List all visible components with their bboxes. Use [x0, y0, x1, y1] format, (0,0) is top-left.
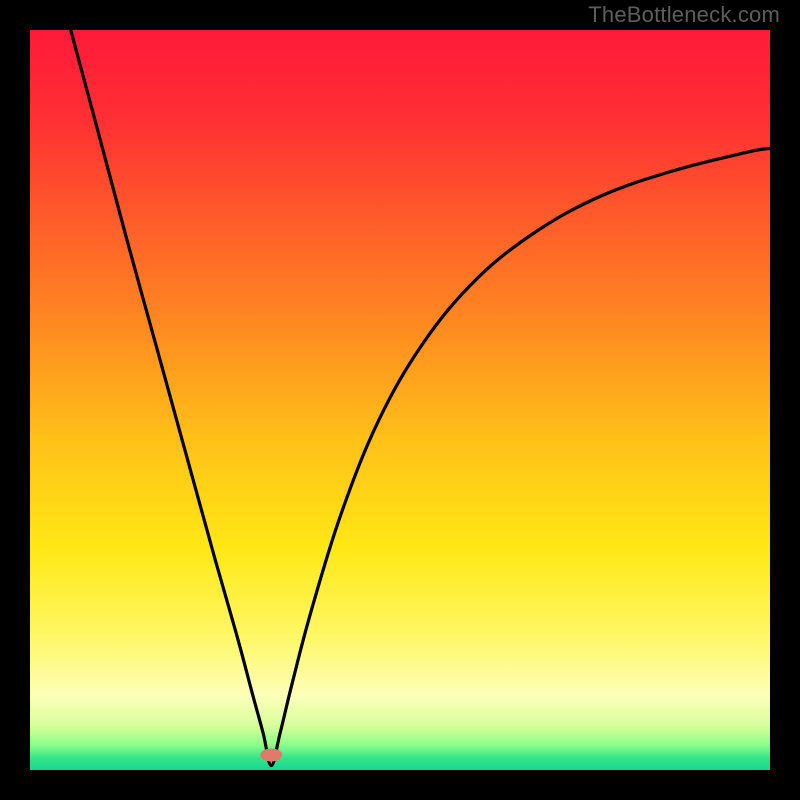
watermark-text: TheBottleneck.com: [588, 2, 780, 28]
chart-frame: [30, 30, 770, 770]
optimum-marker: [260, 749, 282, 762]
chart-background-gradient: [30, 30, 770, 770]
bottleneck-chart: [30, 30, 770, 770]
